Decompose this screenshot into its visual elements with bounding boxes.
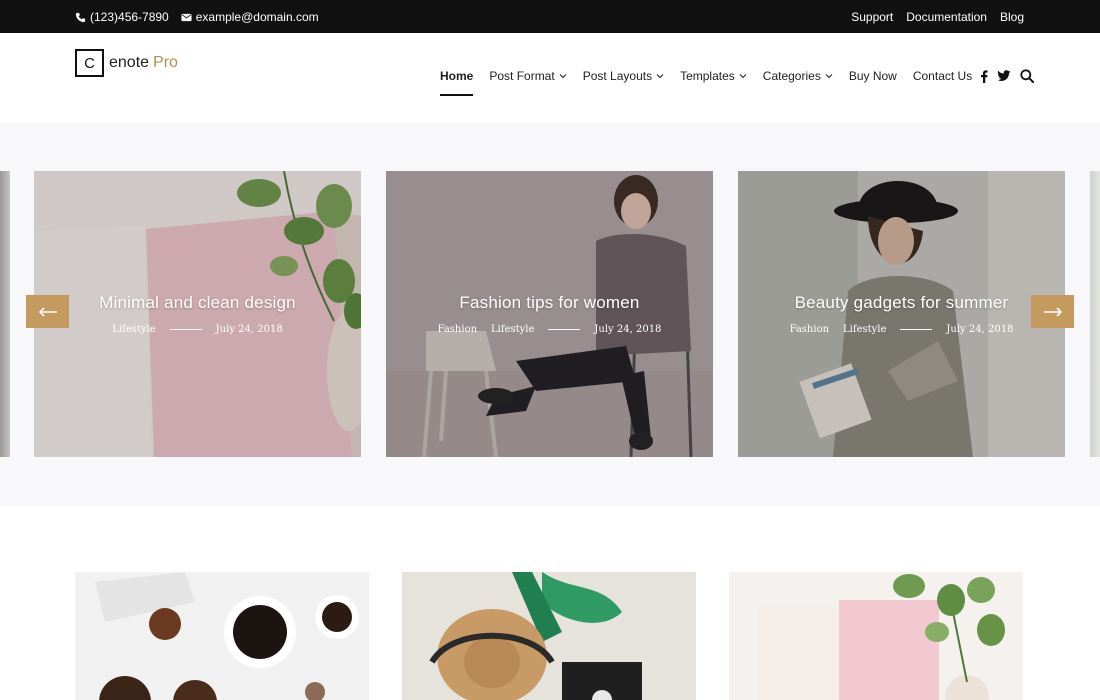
- slide-category[interactable]: Fashion: [790, 324, 829, 335]
- top-link-documentation[interactable]: Documentation: [906, 10, 987, 24]
- featured-slider: Minimal and clean design Lifestyle July …: [0, 122, 1100, 506]
- email-address: example@domain.com: [195, 10, 319, 24]
- top-links: Support Documentation Blog: [851, 10, 1024, 24]
- logo-mark: C: [75, 49, 104, 77]
- post-card-image[interactable]: [75, 572, 369, 700]
- slide[interactable]: Minimal and clean design Lifestyle July …: [34, 171, 361, 457]
- phone-info: (123)456-7890: [75, 10, 169, 24]
- slide-meta: Lifestyle July 24, 2018: [34, 324, 361, 335]
- slide-category[interactable]: Lifestyle: [112, 324, 155, 335]
- arrow-left-icon: [38, 306, 57, 317]
- chevron-down-icon: [739, 74, 747, 79]
- header-icons: [980, 69, 1035, 83]
- phone-icon: [75, 12, 86, 22]
- nav-label: Post Layouts: [582, 69, 653, 83]
- slider-prev-button[interactable]: [26, 295, 69, 328]
- envelope-icon: [181, 13, 192, 21]
- meta-divider: [900, 329, 933, 330]
- slide-title[interactable]: Minimal and clean design: [34, 293, 361, 313]
- post-thumbnail: [729, 572, 1023, 700]
- nav-label: Categories: [762, 69, 821, 83]
- nav-item-templates[interactable]: Templates: [680, 69, 747, 83]
- post-card-image[interactable]: [729, 572, 1023, 700]
- nav-label: Home: [440, 69, 474, 83]
- slide[interactable]: Beauty gadgets for summer Fashion Lifest…: [738, 171, 1065, 457]
- chevron-down-icon: [559, 74, 567, 79]
- slide-overlay: [738, 171, 1065, 457]
- site-header: C enote Pro Home Post Format Post Layouts…: [0, 33, 1100, 122]
- nav-label: Post Format: [489, 69, 555, 83]
- slide-title[interactable]: Fashion tips for women: [386, 293, 713, 313]
- site-logo[interactable]: C enote Pro: [75, 49, 178, 77]
- nav-label: Contact Us: [912, 69, 973, 83]
- post-thumbnail: [402, 572, 696, 700]
- phone-number: (123)456-7890: [90, 10, 169, 24]
- search-icon[interactable]: [1020, 69, 1035, 83]
- slide-date: July 24, 2018: [946, 324, 1014, 335]
- slide-date: July 24, 2018: [594, 324, 662, 335]
- slide-category[interactable]: Lifestyle: [843, 324, 886, 335]
- nav-item-buy-now[interactable]: Buy Now: [849, 69, 897, 83]
- nav-label: Buy Now: [848, 69, 897, 83]
- slide-category[interactable]: Fashion: [438, 324, 477, 335]
- post-thumbnail: [75, 572, 369, 700]
- nav-item-post-layouts[interactable]: Post Layouts: [583, 69, 664, 83]
- slide-edge-left: [0, 171, 10, 457]
- nav-item-post-format[interactable]: Post Format: [489, 69, 567, 83]
- logo-suffix: Pro: [153, 54, 178, 71]
- slide-overlay: [34, 171, 361, 457]
- facebook-icon[interactable]: [980, 69, 988, 83]
- nav-item-categories[interactable]: Categories: [763, 69, 833, 83]
- chevron-down-icon: [825, 74, 833, 79]
- chevron-down-icon: [656, 74, 664, 79]
- meta-divider: [169, 329, 202, 330]
- slide[interactable]: Fashion tips for women Fashion Lifestyle…: [386, 171, 713, 457]
- slide-title[interactable]: Beauty gadgets for summer: [738, 293, 1065, 313]
- contact-info: (123)456-7890 example@domain.com: [75, 10, 319, 24]
- arrow-right-icon: [1043, 306, 1062, 317]
- top-link-support[interactable]: Support: [851, 10, 893, 24]
- nav-label: Templates: [680, 69, 735, 83]
- logo-text: enote Pro: [109, 54, 178, 72]
- slide-date: July 24, 2018: [215, 324, 283, 335]
- slide-meta: Fashion Lifestyle July 24, 2018: [386, 324, 713, 335]
- slide-meta: Fashion Lifestyle July 24, 2018: [738, 324, 1065, 335]
- main-nav: Home Post Format Post Layouts Templates …: [440, 69, 1035, 96]
- meta-divider: [548, 329, 581, 330]
- post-card-image[interactable]: [402, 572, 696, 700]
- slide-category[interactable]: Lifestyle: [491, 324, 534, 335]
- logo-name: enote: [109, 54, 150, 71]
- top-bar: (123)456-7890 example@domain.com Support…: [0, 0, 1100, 33]
- slide-overlay: [386, 171, 713, 457]
- top-link-blog[interactable]: Blog: [1000, 10, 1024, 24]
- nav-item-contact-us[interactable]: Contact Us: [913, 69, 972, 83]
- slide-edge-right: [1090, 171, 1100, 457]
- nav-item-home[interactable]: Home: [440, 69, 474, 96]
- slider-next-button[interactable]: [1031, 295, 1074, 328]
- email-info: example@domain.com: [181, 10, 319, 24]
- twitter-icon[interactable]: [997, 70, 1011, 82]
